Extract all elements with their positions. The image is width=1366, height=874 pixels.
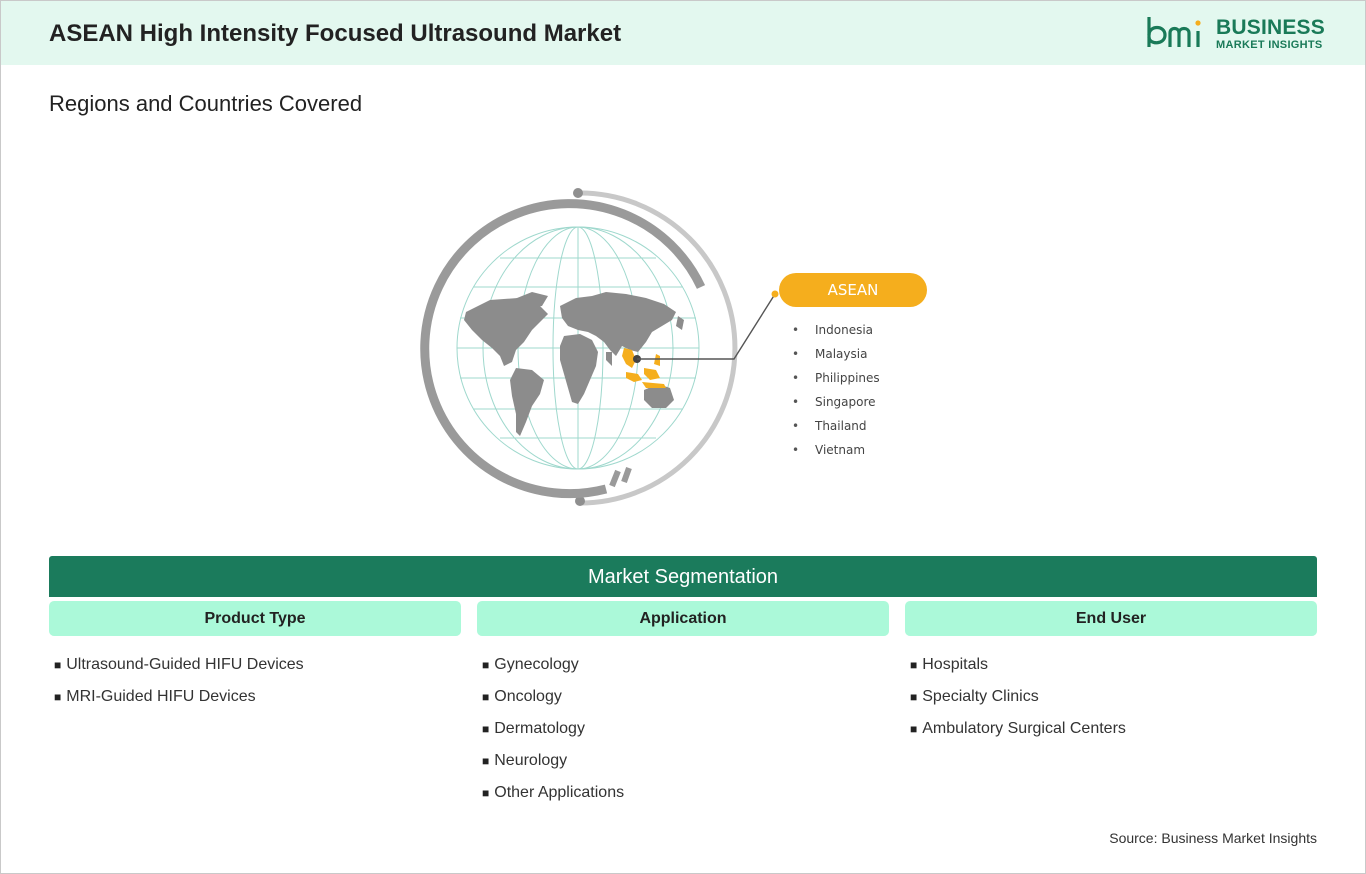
segment-column-application: Application ■ Gynecology ■ Oncology ■ Derma… [477,601,889,814]
segment-item-label: Ultrasound-Guided HIFU Devices [66,656,304,673]
list-item: ■ Oncology [482,688,562,705]
list-item: ■ Ambulatory Surgical Centers [910,720,1126,737]
country-label: Malaysia [815,347,868,361]
list-item: ■ Ultrasound-Guided HIFU Devices [54,656,304,673]
bmi-logo-icon [1147,17,1201,47]
country-label: Vietnam [815,443,866,457]
segment-heading: End User [905,601,1317,636]
segment-item-label: Hospitals [922,656,989,673]
globe-icon [420,188,779,506]
segment-item-label: Ambulatory Surgical Centers [922,720,1126,737]
brand-logo: BUSINESS MARKET INSIGHTS [1146,15,1326,55]
segmentation-title: Market Segmentation [49,556,1317,597]
segment-column-product-type: Product Type ■ Ultrasound-Guided HIFU Dev… [49,601,461,718]
country-label: Thailand [815,419,867,433]
segment-heading: Product Type [49,601,461,636]
list-item: • Vietnam [792,443,866,457]
page-header: ASEAN High Intensity Focused Ultrasound … [1,1,1365,65]
list-item: ■ MRI-Guided HIFU Devices [54,688,256,705]
list-item: ■ Gynecology [482,656,579,673]
segment-item-label: Oncology [494,688,562,705]
list-item: ■ Specialty Clinics [910,688,1039,705]
segment-item-label: Specialty Clinics [922,688,1039,705]
country-label: Singapore [815,395,876,409]
segment-item-label: MRI-Guided HIFU Devices [66,688,256,705]
list-item: ■ Other Applications [482,784,625,801]
segment-heading: Application [477,601,889,636]
segment-item-label: Neurology [494,752,568,769]
segment-column-end-user: End User ■ Hospitals ■ Specialty Clinics ■… [905,601,1317,750]
segment-list: ■ Gynecology ■ Oncology ■ Dermatology ■ Neur… [477,654,889,814]
segment-item-label: Other Applications [494,784,625,801]
list-item: • Thailand [792,419,867,433]
segment-list: ■ Ultrasound-Guided HIFU Devices ■ MRI-Gui… [49,654,461,718]
segment-list: ■ Hospitals ■ Specialty Clinics ■ Ambulator… [905,654,1317,750]
source-note: Source: Business Market Insights [1109,830,1317,846]
list-item: ■ Neurology [482,752,568,769]
list-item: • Indonesia [792,323,874,337]
segment-item-label: Gynecology [494,656,579,673]
regions-title: Regions and Countries Covered [49,91,363,116]
list-item: ■ Dermatology [482,720,585,737]
logo-word-market-insights: MARKET INSIGHTS [1216,39,1323,51]
list-item: • Singapore [792,395,876,409]
logo-word-business: BUSINESS [1216,16,1325,39]
region-pill-asean: ASEAN [779,273,927,307]
page-title: ASEAN High Intensity Focused Ultrasound … [49,20,622,47]
country-list: • Indonesia • Malaysia • Philippines • Singa… [792,320,880,464]
segment-item-label: Dermatology [494,720,585,737]
country-label: Indonesia [815,323,874,337]
list-item: • Malaysia [792,347,868,361]
globe-illustration [420,180,780,525]
country-label: Philippines [815,371,880,385]
list-item: ■ Hospitals [910,656,989,673]
list-item: • Philippines [792,371,880,385]
